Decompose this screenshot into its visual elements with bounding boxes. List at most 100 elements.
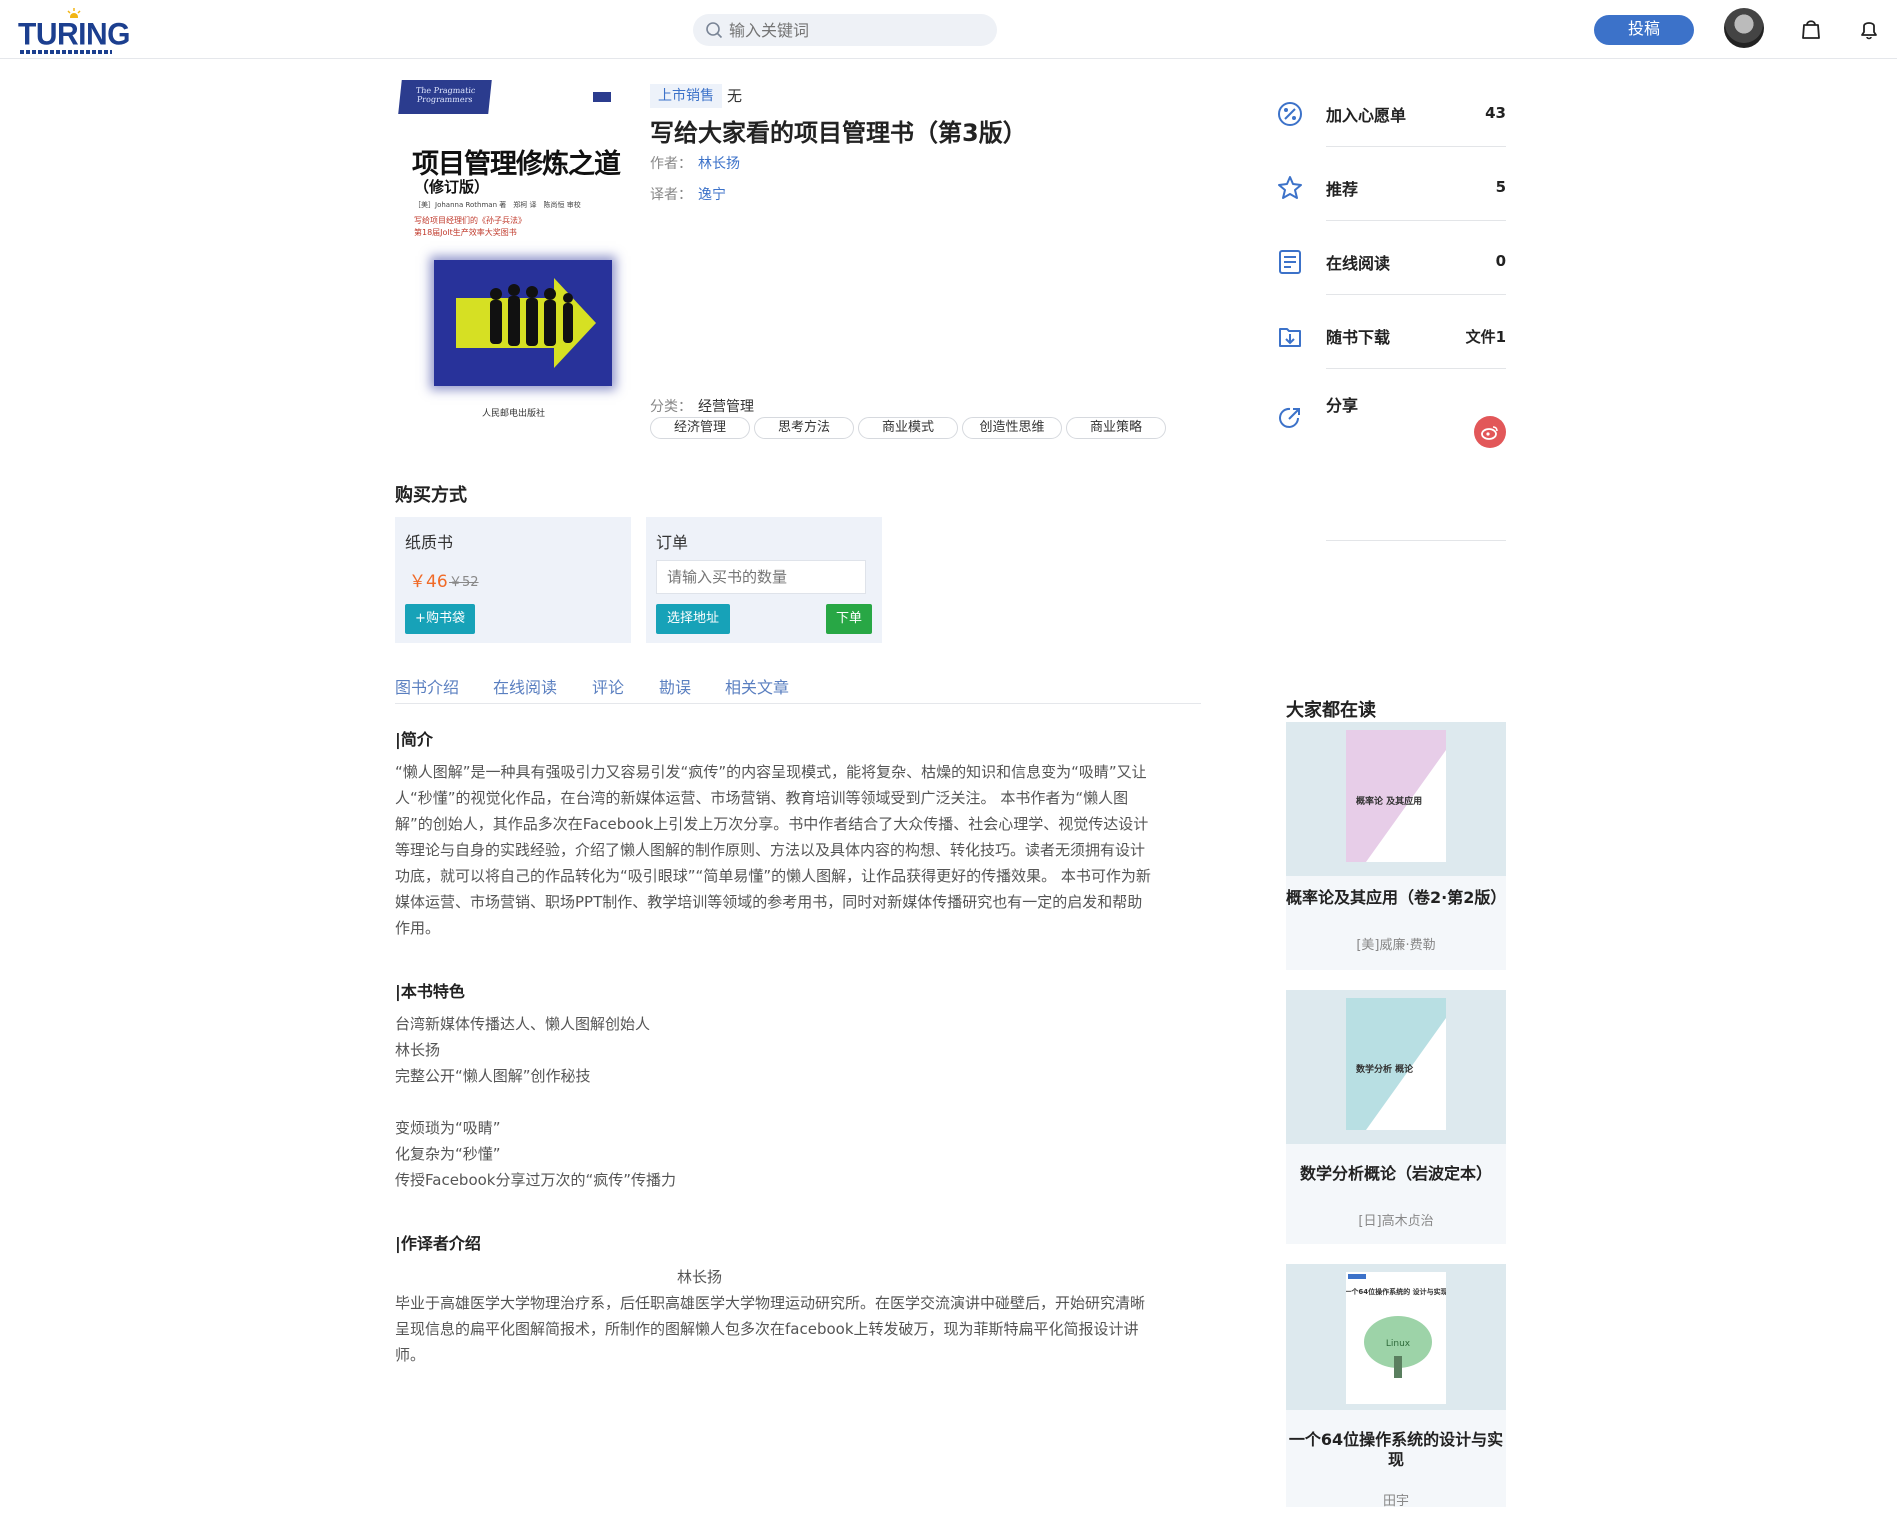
recommend-star-icon <box>1278 176 1302 199</box>
add-to-cart-button[interactable]: +购书袋 <box>405 604 475 634</box>
share-icon <box>1279 407 1300 428</box>
search-bar[interactable] <box>693 14 997 46</box>
author-label: 作者： <box>650 156 692 172</box>
weibo-share-button[interactable] <box>1474 416 1506 448</box>
cover-series-badge: The Pragmatic Programmers <box>398 80 492 114</box>
order-card: 订单 选择地址 下单 <box>646 517 882 643</box>
download-action[interactable]: 随书下载 文件1 <box>1276 308 1506 382</box>
tab-online-read[interactable]: 在线阅读 <box>493 674 557 698</box>
search-input[interactable] <box>729 18 985 42</box>
divider <box>1326 294 1506 295</box>
author-line: 作者： 林长扬 <box>650 153 740 173</box>
original-price: ￥52 <box>449 575 479 590</box>
popular-book-author: [日]高木贞治 <box>1358 1214 1434 1229</box>
translator-label: 译者： <box>650 187 692 203</box>
author-intro-line: 师。 <box>395 1346 426 1364</box>
bell-icon[interactable] <box>1856 16 1882 42</box>
share-label: 分享 <box>1326 396 1359 415</box>
order-label: 订单 <box>656 533 689 552</box>
feature-spacer <box>395 1089 1200 1115</box>
tab-book-intro[interactable]: 图书介绍 <box>395 674 459 698</box>
feature-line: 台湾新媒体传播达人、懒人图解创始人 <box>395 1015 651 1033</box>
svg-text:Linux: Linux <box>1386 1339 1411 1349</box>
cover-arrow-people-illustration <box>456 278 596 368</box>
author-intro-heading: |作译者介绍 <box>395 1234 481 1253</box>
author-link[interactable]: 林长扬 <box>698 156 740 172</box>
online-read-action[interactable]: 在线阅读 0 <box>1276 234 1506 308</box>
author-intro-line: 毕业于高雄医学大学物理治疗系，后任职高雄医学大学物理运动研究所。在医学交流演讲中… <box>395 1294 1146 1312</box>
tab-related-articles[interactable]: 相关文章 <box>725 674 789 698</box>
intro-text: “懒人图解”是一种具有强吸引力又容易引发“疯传”的内容呈现模式，能将复杂、枯燥的… <box>395 759 1200 941</box>
weibo-icon <box>1481 426 1498 440</box>
current-price: ￥46 <box>409 572 448 592</box>
author-intro-name: 林长扬 <box>677 1268 723 1286</box>
tab-errata[interactable]: 勘误 <box>659 674 691 698</box>
cover-slogan-2: 第18届Jolt生产效率大奖图书 <box>414 228 517 237</box>
popular-book-author: 田宇 <box>1382 1494 1409 1509</box>
cover-slogan-1: 写给项目经理们的《孙子兵法》 <box>414 216 526 225</box>
popular-book-cover-area: 概率论 及其应用 <box>1286 722 1506 876</box>
logo-underline <box>20 50 112 54</box>
online-read-label: 在线阅读 <box>1326 254 1391 273</box>
author-intro-text: 林长扬 毕业于高雄医学大学物理治疗系，后任职高雄医学大学物理运动研究所。在医学交… <box>395 1264 1200 1368</box>
features-heading: |本书特色 <box>395 982 465 1001</box>
online-read-count: 0 <box>1495 252 1506 270</box>
divider <box>1326 220 1506 221</box>
sale-status-tag: 上市销售 <box>650 84 722 108</box>
intro-line: 解”的创始人，其作品多次在Facebook上引发上万次分享。书中作者结合了大众传… <box>395 815 1149 833</box>
intro-line: 作用。 <box>395 919 441 937</box>
translator-line: 译者： 逸宁 <box>650 184 726 204</box>
download-label: 随书下载 <box>1326 328 1391 347</box>
popular-book-cover-text: 数学分析 概论 <box>1356 1063 1414 1075</box>
popular-book-title: 一个64位操作系统的设计与实现 <box>1288 1430 1504 1469</box>
book-cover: The Pragmatic Programmers 项目管理修炼之道 （修订版）… <box>396 78 621 428</box>
top-navbar: TURING 投稿 <box>0 0 1897 59</box>
online-read-icon <box>1279 250 1301 274</box>
features-text: 台湾新媒体传播达人、懒人图解创始人 林长扬 完整公开“懒人图解”创作秘技 变烦琐… <box>395 1011 1200 1193</box>
wishlist-count: 43 <box>1485 104 1506 122</box>
intro-line: 功底，就可以将自己的作品转化为“吸引眼球”“简单易懂”的懒人图解，让作品获得更好… <box>395 867 1151 885</box>
wishlist-action[interactable]: 加入心愿单 43 <box>1276 86 1506 160</box>
book-title: 写给大家看的项目管理书（第3版） <box>650 119 1027 147</box>
tag-item[interactable]: 经济管理 <box>650 417 750 439</box>
paper-book-label: 纸质书 <box>405 533 454 552</box>
avatar[interactable] <box>1724 8 1764 48</box>
wishlist-label: 加入心愿单 <box>1326 106 1407 125</box>
category-line: 分类： 经营管理 <box>650 396 754 416</box>
tag-item[interactable]: 商业模式 <box>858 417 958 439</box>
intro-line: 等理论与自身的实践经验，介绍了懒人图解的制作原则、方法以及具体内容的构想、转化技… <box>395 841 1146 859</box>
popular-book-card[interactable]: 概率论 及其应用 概率论及其应用（卷2·第2版） [美]威廉·费勒 <box>1286 722 1506 970</box>
popular-book-card[interactable]: 数学分析 概论 数学分析概论（岩波定本） [日]高木贞治 <box>1286 990 1506 1244</box>
tag-item[interactable]: 思考方法 <box>754 417 854 439</box>
popular-book-card[interactable]: 一个64位操作系统的 设计与实现 Linux 一个64位操作系统的设计与实现 田… <box>1286 1264 1506 1509</box>
contribute-button[interactable]: 投稿 <box>1594 15 1694 45</box>
recommend-action[interactable]: 推荐 5 <box>1276 160 1506 234</box>
book-bag-icon[interactable] <box>1798 16 1824 42</box>
tab-comments[interactable]: 评论 <box>592 674 624 698</box>
cover-authors: ［美］Johanna Rothman 著 郑柯 译 陈尚恒 审校 <box>414 201 581 209</box>
feature-line: 林长扬 <box>395 1041 441 1059</box>
share-action[interactable]: 分享 <box>1276 382 1506 541</box>
popular-book-title: 概率论及其应用（卷2·第2版） <box>1286 888 1507 907</box>
turing-logo[interactable]: TURING <box>18 8 131 54</box>
tag-item[interactable]: 创造性思维 <box>962 417 1062 439</box>
author-intro-line: 呈现信息的扁平化图解简报术，所制作的图解懒人包多次在facebook上转发破万，… <box>395 1320 1139 1338</box>
recommend-count: 5 <box>1495 178 1506 196</box>
translator-link[interactable]: 逸宁 <box>698 187 726 203</box>
sale-status-value: 无 <box>727 87 743 105</box>
feature-line: 完整公开“懒人图解”创作秘技 <box>395 1067 591 1085</box>
quantity-input[interactable] <box>656 560 866 594</box>
intro-line: 媒体运营、市场营销、职场PPT制作、教学培训等领域的参考用书，同时对新媒体传播研… <box>395 893 1143 911</box>
search-icon <box>706 22 723 39</box>
select-address-button[interactable]: 选择地址 <box>656 604 730 634</box>
category-value[interactable]: 经营管理 <box>698 399 754 415</box>
popular-book-author: [美]威廉·费勒 <box>1356 938 1436 953</box>
divider <box>1326 146 1506 147</box>
place-order-button[interactable]: 下单 <box>826 604 872 634</box>
feature-line: 化复杂为“秒懂” <box>395 1145 501 1163</box>
feature-line: 变烦琐为“吸睛” <box>395 1119 501 1137</box>
divider <box>1326 368 1506 369</box>
cover-publisher: 人民邮电出版社 <box>482 409 546 419</box>
cover-publisher-mark <box>593 92 611 102</box>
tag-item[interactable]: 商业策略 <box>1066 417 1166 439</box>
